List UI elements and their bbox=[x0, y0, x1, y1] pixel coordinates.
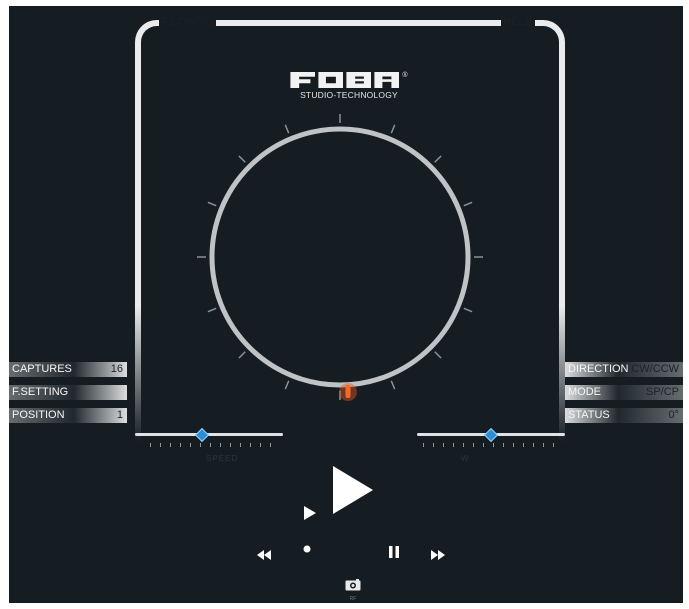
direction-value[interactable]: CW/CCW bbox=[631, 362, 679, 377]
dial-tick bbox=[207, 201, 217, 207]
dial-tick bbox=[284, 124, 290, 134]
status-field: STATUS 0° bbox=[565, 408, 683, 423]
rewind-icon[interactable] bbox=[256, 549, 272, 561]
direction-label: DIRECTION bbox=[568, 363, 629, 375]
dial-tick bbox=[390, 380, 396, 390]
mode-value[interactable]: SP/CP bbox=[646, 385, 679, 400]
mode-label: MODE bbox=[568, 386, 601, 398]
dial-tick bbox=[238, 351, 246, 359]
status-value: 0° bbox=[668, 409, 679, 421]
dial-ring bbox=[209, 126, 471, 388]
position-label: POSITION bbox=[12, 409, 65, 421]
angle-slider-caption: W bbox=[461, 454, 470, 463]
dial-tick bbox=[390, 124, 396, 134]
mode-field[interactable]: MODE SP/CP bbox=[565, 385, 683, 400]
position-value[interactable]: 1 bbox=[117, 408, 123, 423]
pause-icon[interactable] bbox=[387, 545, 401, 559]
dial-tick bbox=[434, 155, 442, 163]
dial-tick bbox=[238, 155, 246, 163]
speed-slider-caption: SPEED bbox=[206, 454, 239, 463]
direction-field[interactable]: DIRECTION CW/CCW bbox=[565, 362, 683, 377]
dial-tick bbox=[284, 380, 290, 390]
position-indicator[interactable] bbox=[345, 385, 351, 398]
f-setting-label: F.SETTING bbox=[12, 386, 69, 398]
camera-icon[interactable] bbox=[345, 579, 361, 591]
speed-slider-ticks bbox=[150, 443, 271, 447]
dial-tick bbox=[207, 307, 217, 313]
camera-caption: RF bbox=[349, 596, 357, 602]
dial-ticks bbox=[197, 114, 483, 400]
captures-field[interactable]: CAPTURES 16 bbox=[9, 362, 127, 377]
record-dot-icon[interactable] bbox=[302, 544, 312, 554]
angle-slider-ticks bbox=[423, 443, 554, 447]
captures-value[interactable]: 16 bbox=[111, 362, 123, 377]
captures-label: CAPTURES bbox=[12, 363, 72, 375]
play-icon[interactable] bbox=[329, 464, 375, 516]
camera-button[interactable]: RF bbox=[343, 578, 363, 602]
dial-tick bbox=[434, 351, 442, 359]
position-field[interactable]: POSITION 1 bbox=[9, 408, 127, 423]
status-label: STATUS bbox=[568, 409, 610, 421]
app-stage: F.CONFIG HELP ® STUDIO-TECHNOLOGY CAPTUR… bbox=[9, 6, 683, 603]
fast-forward-icon[interactable] bbox=[430, 549, 446, 561]
play-small-icon[interactable] bbox=[302, 504, 318, 522]
dial-tick bbox=[463, 307, 473, 313]
f-setting-field[interactable]: F.SETTING bbox=[9, 385, 127, 400]
dial-tick bbox=[463, 201, 473, 207]
